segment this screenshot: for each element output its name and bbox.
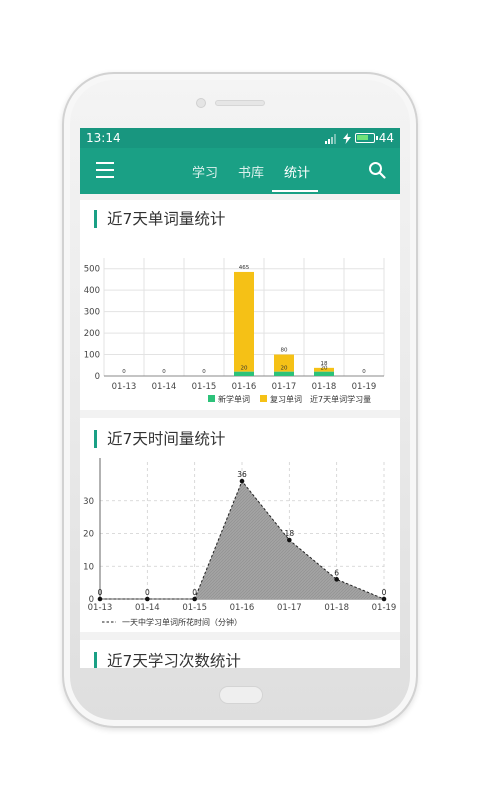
- bar-review: [234, 271, 254, 372]
- signal-icon: [324, 133, 336, 144]
- bar-new: [314, 371, 334, 376]
- x-tick-label: 01-19: [372, 603, 397, 613]
- bar-total-label: 465: [239, 265, 250, 271]
- word-stats-card: 近7天单词量统计 0 100 200 300 400 500 0 01-13 0 01-14 0 01…: [80, 200, 400, 410]
- x-tick-label: 01-14: [135, 603, 160, 613]
- battery-icon: [354, 133, 378, 143]
- x-tick-label: 01-16: [230, 603, 255, 613]
- battery-level: 44: [378, 131, 394, 145]
- y-tick-label: 0: [95, 372, 100, 382]
- x-tick-label: 01-16: [232, 382, 257, 392]
- x-tick-label: 01-18: [324, 603, 349, 613]
- data-point: [334, 577, 339, 582]
- data-point: [239, 478, 245, 484]
- bar-new-label: 20: [241, 366, 248, 372]
- data-label: 18: [285, 529, 295, 538]
- data-label: 36: [237, 470, 247, 479]
- legend-label-extra: 近7天单词学习量: [310, 394, 371, 404]
- active-tab-indicator: [272, 190, 318, 192]
- y-tick-label: 200: [84, 329, 100, 339]
- status-icons: 44: [324, 131, 394, 145]
- x-tick-label: 01-13: [88, 603, 113, 613]
- x-tick-label: 01-15: [182, 603, 207, 613]
- menu-icon[interactable]: [96, 162, 114, 178]
- x-tick-label: 01-14: [152, 382, 177, 392]
- data-point: [381, 596, 387, 602]
- earpiece-speaker: [215, 100, 265, 106]
- tab-study[interactable]: 学习: [192, 162, 218, 181]
- data-label: 6: [334, 568, 339, 577]
- y-tick-label: 100: [84, 351, 100, 361]
- data-label: 0: [382, 588, 387, 597]
- time-stats-card: 近7天时间量统计 0 10 20 30 0 01-13 0 01-14 0 01-15 36 01-1…: [80, 418, 400, 632]
- app-bar: 学习 书库 统计: [80, 148, 400, 194]
- x-tick-label: 01-17: [277, 603, 302, 613]
- x-tick-label: 01-13: [112, 382, 137, 392]
- data-point: [97, 596, 103, 602]
- bar-new: [234, 371, 254, 376]
- search-icon[interactable]: [368, 161, 386, 179]
- status-time: 13:14: [86, 131, 121, 145]
- data-label: 0: [192, 588, 197, 597]
- bar-new: [274, 371, 294, 376]
- count-stats-card: 近7天学习次数统计: [80, 640, 400, 668]
- x-tick-label: 01-18: [312, 382, 337, 392]
- legend-label: 一天中学习单词所花时间（分钟）: [122, 617, 242, 627]
- bar-new-label: 20: [321, 366, 328, 372]
- data-point: [287, 537, 292, 543]
- home-button[interactable]: [219, 686, 263, 704]
- x-tick-label: 01-17: [272, 382, 297, 392]
- data-label: 0: [145, 588, 150, 597]
- charging-icon: [342, 132, 351, 144]
- legend-label-review: 复习单词: [270, 394, 302, 404]
- y-tick-label: 500: [84, 265, 100, 275]
- data-point: [145, 596, 150, 602]
- data-point: [192, 596, 197, 602]
- legend-label-new: 新学单词: [218, 394, 250, 404]
- y-tick-label: 10: [83, 562, 94, 572]
- front-camera: [196, 98, 206, 108]
- bar-new-label: 20: [281, 366, 288, 372]
- legend-swatch-new: [208, 395, 215, 402]
- x-tick-label: 01-19: [352, 382, 377, 392]
- bar-total-label: 0: [362, 369, 366, 375]
- y-tick-label: 30: [83, 497, 94, 507]
- legend-swatch-review: [260, 395, 267, 402]
- x-tick-label: 01-15: [192, 382, 217, 392]
- bar-total-label: 0: [202, 369, 206, 375]
- app-screen: 13:14 44 学习 书库 统计 近7天单词量统计 0 100 200 300…: [80, 128, 400, 668]
- bar-total-label: 0: [122, 369, 126, 375]
- tab-library[interactable]: 书库: [238, 162, 264, 181]
- count-stats-title: 近7天学习次数统计: [94, 652, 241, 668]
- y-tick-label: 20: [83, 530, 94, 540]
- data-label: 0: [98, 588, 103, 597]
- status-bar: 13:14 44: [80, 128, 400, 148]
- word-bar-chart: 0100200300400500001-13001-14001-15465200…: [84, 258, 385, 404]
- bar-total-label: 0: [162, 369, 166, 375]
- y-tick-label: 300: [84, 308, 100, 318]
- time-area-chart: 0 10 20 30 0 01-13 0 01-14 0 01-15 36 01-16 18 01-17 6…: [83, 458, 397, 627]
- y-tick-label: 400: [84, 286, 100, 296]
- tab-statistics[interactable]: 统计: [284, 162, 310, 181]
- bar-total-label: 80: [281, 348, 288, 354]
- area-fill: [100, 481, 384, 599]
